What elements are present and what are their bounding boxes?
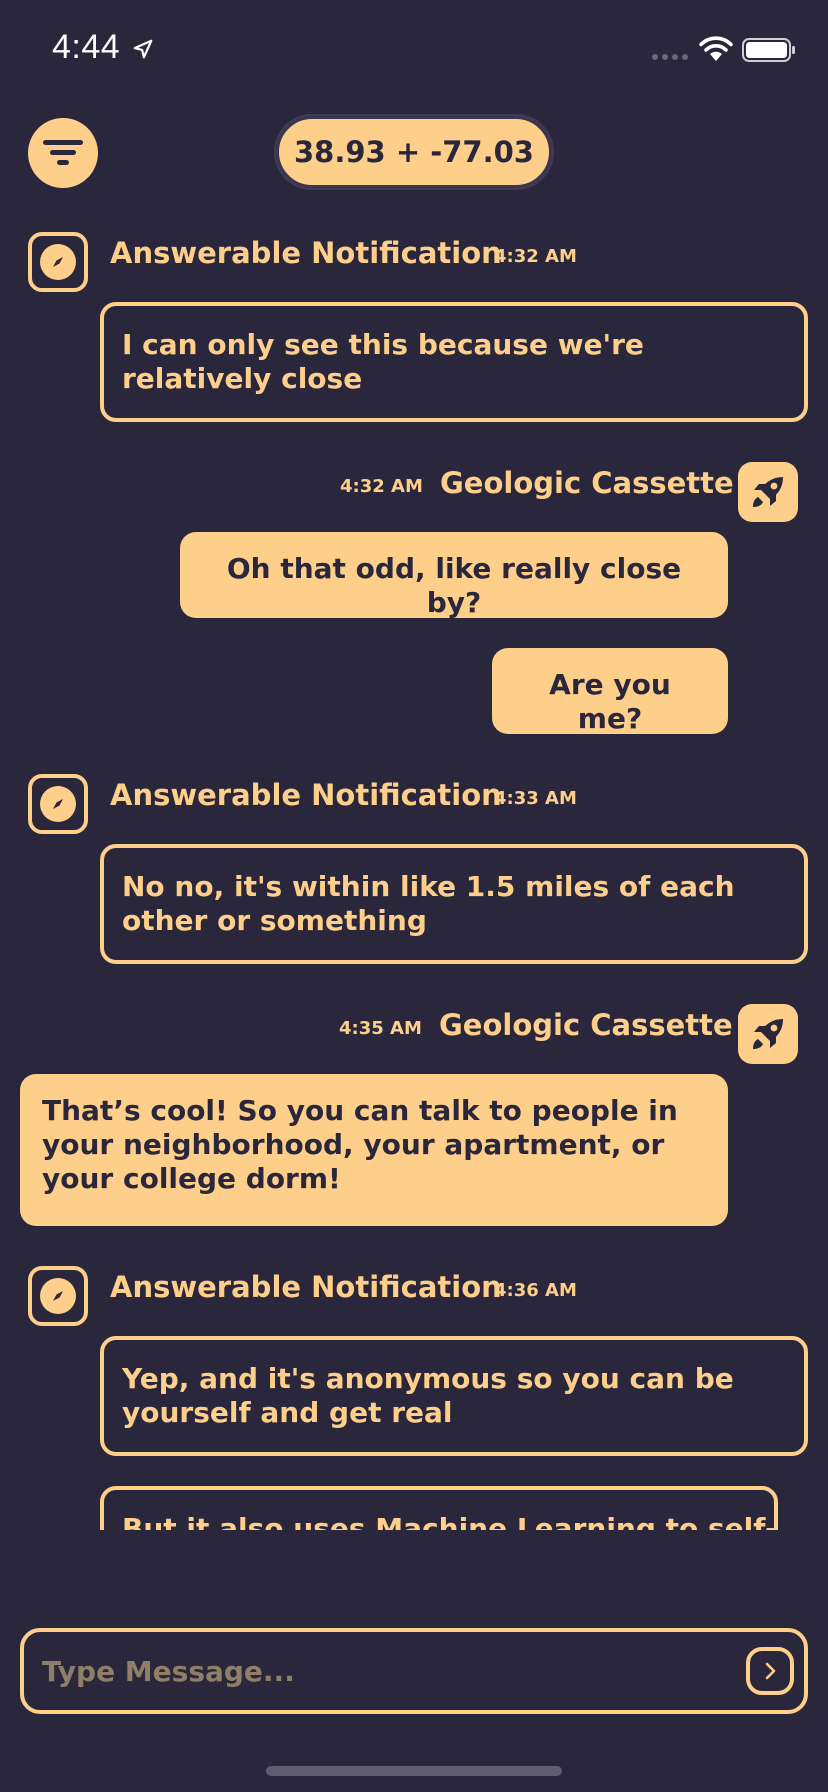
avatar[interactable] (28, 774, 88, 834)
status-bar: 4:44 (0, 0, 828, 100)
message-text: Are you me? (549, 668, 671, 735)
location-arrow-icon (133, 39, 153, 59)
send-button[interactable] (746, 1647, 794, 1695)
avatar[interactable] (28, 232, 88, 292)
cellular-signal-icon (652, 54, 688, 60)
chat-thread[interactable]: Answerable Notification 4:32 AM I can on… (0, 200, 828, 1530)
sender-name: Answerable Notification (110, 236, 502, 270)
message-bubble[interactable]: Yep, and it's anonymous so you can be yo… (100, 1336, 808, 1456)
message-text: But it also uses Machine Learning to sel… (122, 1512, 777, 1530)
chevron-right-icon (765, 1662, 776, 1680)
message-text: I can only see this because we're relati… (122, 328, 644, 395)
message-text: Oh that odd, like really close by? (226, 552, 682, 619)
message-bubble[interactable]: That’s cool! So you can talk to people i… (20, 1074, 728, 1226)
sender-name: Geologic Cassette (439, 1008, 733, 1042)
rocket-icon (753, 477, 783, 507)
message-bubble[interactable]: Oh that odd, like really close by? (180, 532, 728, 619)
message-time: 4:36 AM (494, 1280, 577, 1301)
avatar[interactable] (738, 1004, 798, 1064)
wifi-icon (699, 36, 733, 61)
message-time: 4:33 AM (494, 788, 577, 809)
message-bubble[interactable]: Are you me? (492, 648, 728, 735)
avatar[interactable] (28, 1266, 88, 1326)
coordinates-text: 38.93 + -77.03 (294, 135, 534, 169)
message-text: No no, it's within like 1.5 miles of eac… (122, 870, 735, 937)
compass-icon (40, 244, 76, 280)
message-bubble[interactable]: No no, it's within like 1.5 miles of eac… (100, 844, 808, 964)
compass-icon (40, 786, 76, 822)
message-composer (20, 1628, 808, 1714)
compass-icon (40, 1278, 76, 1314)
battery-icon (742, 38, 795, 62)
message-bubble[interactable]: I can only see this because we're relati… (100, 302, 808, 422)
sender-name: Answerable Notification (110, 1270, 502, 1304)
message-bubble[interactable]: But it also uses Machine Learning to sel… (100, 1486, 778, 1530)
message-time: 4:35 AM (339, 1018, 422, 1039)
location-coordinates-pill[interactable]: 38.93 + -77.03 (276, 116, 552, 188)
message-input[interactable] (42, 1632, 732, 1710)
sender-name: Geologic Cassette (440, 466, 734, 500)
message-text: That’s cool! So you can talk to people i… (42, 1094, 678, 1195)
message-time: 4:32 AM (340, 476, 423, 497)
filter-icon (43, 140, 83, 165)
sender-name: Answerable Notification (110, 778, 502, 812)
message-time: 4:32 AM (494, 246, 577, 267)
rocket-icon (753, 1019, 783, 1049)
status-time: 4:44 (52, 28, 121, 66)
message-text: Yep, and it's anonymous so you can be yo… (122, 1362, 734, 1429)
filter-button[interactable] (28, 118, 98, 188)
home-indicator[interactable] (266, 1766, 562, 1776)
avatar[interactable] (738, 462, 798, 522)
